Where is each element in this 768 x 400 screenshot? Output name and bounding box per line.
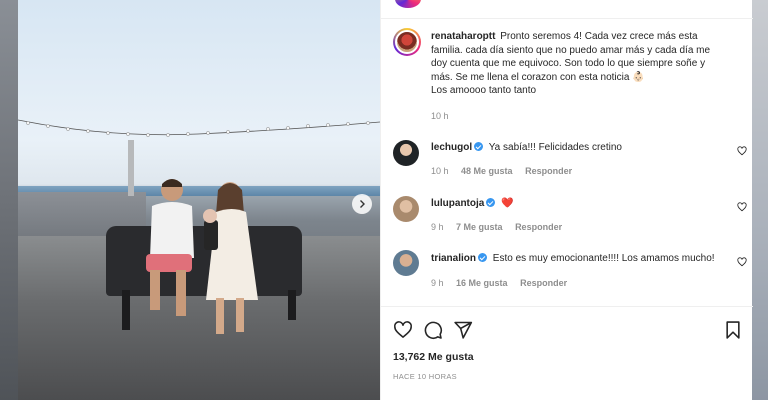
like-comment-heart-icon[interactable] xyxy=(737,146,747,156)
comment-text-row: lulupantoja ❤️ xyxy=(431,198,721,209)
actions-divider xyxy=(381,306,753,307)
comment-likes[interactable]: 7 Me gusta xyxy=(456,222,503,232)
comment-meta: 9 h 16 Me gusta Responder xyxy=(431,278,577,288)
caption-line: familia. cada día siento que no puedo am… xyxy=(431,44,711,56)
comment-username[interactable]: lechugol xyxy=(431,142,472,153)
verified-badge-icon xyxy=(486,198,496,207)
share-icon[interactable] xyxy=(453,320,473,340)
heart-icon[interactable] xyxy=(393,320,413,340)
photo-man xyxy=(146,179,194,316)
next-photo-button[interactable] xyxy=(352,194,372,214)
post-caption: renataharoptt Pronto seremos 4! Cada vez… xyxy=(431,30,735,98)
comment-avatar[interactable] xyxy=(393,250,419,276)
photo-woman xyxy=(203,182,258,334)
reply-button[interactable]: Responder xyxy=(520,278,567,288)
like-comment-heart-icon[interactable] xyxy=(737,202,747,212)
reply-button[interactable]: Responder xyxy=(515,222,562,232)
post-details-panel: renataharoptt Pronto seremos 4! Cada vez… xyxy=(380,0,753,400)
comment-username[interactable]: lulupantoja xyxy=(431,198,484,209)
photo-sofa-leg xyxy=(288,290,296,320)
likes-number: 13,762 xyxy=(393,351,426,363)
comment-time[interactable]: 10 h xyxy=(431,166,449,176)
chevron-right-icon xyxy=(360,200,365,208)
caption-line: más. Se me llena el corazon con esta not… xyxy=(431,71,645,83)
header-avatar[interactable] xyxy=(395,0,421,8)
comment-text-row: lechugol Ya sabía!!! Felicidades cretino xyxy=(431,142,721,153)
likes-label: Me gusta xyxy=(428,351,474,363)
modal-backdrop-right xyxy=(752,0,768,400)
likes-count[interactable]: 13,762 Me gusta xyxy=(393,351,474,363)
comment-text-row: trianalion Esto es muy emocionante!!!! L… xyxy=(431,253,721,264)
comment-likes[interactable]: 16 Me gusta xyxy=(456,278,508,288)
post-timestamp[interactable]: HACE 10 HORAS xyxy=(393,372,457,381)
comment-time[interactable]: 9 h xyxy=(431,278,444,288)
comment-time[interactable]: 9 h xyxy=(431,222,444,232)
caption-timestamp[interactable]: 10 h xyxy=(431,111,449,121)
photo-sofa-leg xyxy=(122,290,130,330)
comment-text: Esto es muy emocionante!!!! Los amamos m… xyxy=(492,253,715,264)
caption-line: Pronto seremos 4! Cada vez crece más est… xyxy=(500,31,698,42)
comment-meta: 10 h 48 Me gusta Responder xyxy=(431,166,582,176)
comment-avatar[interactable] xyxy=(393,140,419,166)
caption-line: doy cuenta que me equivoco. Son todo lo … xyxy=(431,58,706,69)
post-action-bar xyxy=(393,320,743,342)
caption-username[interactable]: renataharoptt xyxy=(431,31,495,42)
post-photo[interactable] xyxy=(18,0,380,400)
comment-text: Ya sabía!!! Felicidades cretino xyxy=(488,142,622,153)
like-comment-heart-icon[interactable] xyxy=(737,257,747,267)
comment-meta: 9 h 7 Me gusta Responder xyxy=(431,222,572,232)
header-divider xyxy=(381,18,753,19)
verified-badge-icon xyxy=(474,142,484,151)
comment-likes[interactable]: 48 Me gusta xyxy=(461,166,513,176)
verified-badge-icon xyxy=(478,253,488,262)
comment-avatar[interactable] xyxy=(393,196,419,222)
caption-line: Los amoooo tanto tanto xyxy=(431,85,537,96)
comment-icon[interactable] xyxy=(423,320,443,340)
reply-button[interactable]: Responder xyxy=(525,166,572,176)
caption-avatar[interactable] xyxy=(393,28,421,56)
photo-string-lights xyxy=(18,119,380,137)
comment-text: ❤️ xyxy=(501,198,514,209)
bookmark-icon[interactable] xyxy=(723,320,743,340)
comment-username[interactable]: trianalion xyxy=(431,253,476,264)
modal-backdrop-left xyxy=(0,0,18,400)
